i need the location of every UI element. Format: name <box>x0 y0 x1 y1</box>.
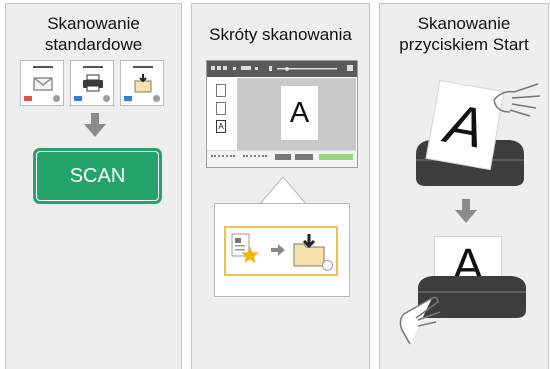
preview-area: A <box>237 78 356 152</box>
callout-pointer <box>258 176 308 206</box>
blue-tag <box>74 96 82 101</box>
panel-scan-shortcuts: Skróty skanowania A A <box>191 3 370 369</box>
shortcut-callout <box>214 203 350 297</box>
settings-dot-icon <box>53 95 60 102</box>
star-icon <box>241 246 259 263</box>
panel-title: Skróty skanowania <box>209 25 352 44</box>
hand-icon <box>399 296 441 345</box>
mail-icon <box>33 77 53 91</box>
panel-start-button-scan: Skanowanie przyciskiem Start A A <box>379 3 549 369</box>
scan-button[interactable]: SCAN <box>33 148 162 204</box>
right-arrow-icon <box>271 244 285 256</box>
app-status-bar <box>207 150 357 167</box>
card-label-bar <box>33 66 53 68</box>
app-toolbar <box>207 61 357 77</box>
toolbar-icons <box>211 65 353 71</box>
blue-tag <box>124 96 132 101</box>
scan-card-email[interactable] <box>20 60 64 106</box>
scan-card-folder[interactable] <box>120 60 164 106</box>
card-label-bar <box>133 66 153 68</box>
settings-dot-icon <box>153 95 160 102</box>
card-label-bar <box>83 66 103 68</box>
scan-card-print[interactable] <box>70 60 114 106</box>
panel-title-line1: Skanowanie <box>417 14 511 33</box>
down-arrow-icon <box>84 113 106 137</box>
settings-dot-icon <box>322 260 333 271</box>
panel-title-line2: standardowe <box>44 35 143 54</box>
hand-icon <box>493 83 541 117</box>
folder-icon <box>134 74 152 93</box>
printer-icon <box>83 74 103 92</box>
down-arrow-icon <box>455 199 477 223</box>
panel-title-line2: przyciskiem Start <box>399 35 529 54</box>
folder-icon <box>293 234 325 267</box>
preview-page: A <box>281 86 318 140</box>
scanner-app-window: A A <box>206 60 358 168</box>
panel-title-line1: Skanowanie <box>47 14 140 33</box>
red-tag <box>24 96 32 101</box>
panel-standard-scan: Skanowanie standardowe SCAN <box>5 3 182 369</box>
settings-dot-icon <box>103 95 110 102</box>
thumbnail-sidebar: A <box>213 83 235 153</box>
shortcut-tile[interactable] <box>224 226 338 276</box>
